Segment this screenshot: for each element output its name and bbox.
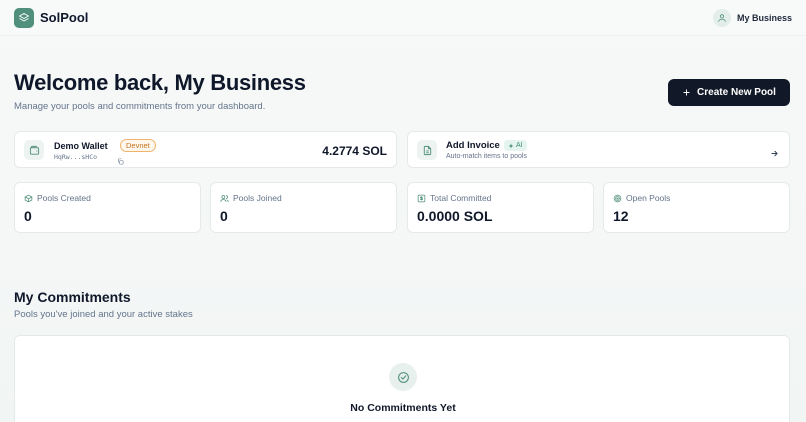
user-name: My Business <box>736 12 792 23</box>
wallet-balance: 4.2774 SOL <box>322 144 387 158</box>
plus-icon <box>683 89 690 96</box>
layers-logo-icon <box>14 7 34 28</box>
empty-state-title: No Commitments Yet <box>350 402 456 414</box>
wallet-label: Demo Wallet <box>54 141 108 151</box>
stat-label: Pools Joined <box>233 193 282 203</box>
add-invoice-title: Add Invoice <box>446 140 500 151</box>
stat-card-pools-created: Pools Created 0 <box>14 182 201 233</box>
users-icon <box>220 194 229 202</box>
wallet-icon <box>24 140 44 160</box>
create-new-pool-label: Create New Pool <box>697 87 776 98</box>
stat-card-total-committed: Total Committed 0.0000 SOL <box>407 182 594 233</box>
create-new-pool-button[interactable]: Create New Pool <box>668 79 790 106</box>
top-bar: SolPool My Business <box>0 0 806 36</box>
stat-label: Total Committed <box>430 193 492 203</box>
add-invoice-subtitle: Auto-match items to pools <box>446 153 527 160</box>
user-menu[interactable]: My Business <box>712 8 792 27</box>
stat-label: Pools Created <box>37 193 91 203</box>
dollar-icon <box>417 194 426 202</box>
brand[interactable]: SolPool <box>14 7 89 28</box>
stat-value: 0 <box>24 208 32 224</box>
page-subtitle: Manage your pools and commitments from y… <box>14 101 266 112</box>
stat-value: 0 <box>220 208 228 224</box>
check-circle-icon <box>389 363 417 391</box>
ai-badge: AI <box>504 140 527 151</box>
stat-label: Open Pools <box>626 193 671 203</box>
ai-badge-label: AI <box>516 142 523 149</box>
stat-value: 0.0000 SOL <box>417 208 493 224</box>
file-icon <box>417 140 437 160</box>
copy-icon[interactable] <box>117 152 124 170</box>
stat-card-pools-joined: Pools Joined 0 <box>210 182 397 233</box>
wallet-address: HqRw...sHCo <box>54 153 98 161</box>
network-badge: Devnet <box>120 139 156 152</box>
sparkle-icon <box>508 143 514 148</box>
welcome-section: Welcome back, My Business Manage your po… <box>14 70 306 112</box>
commitments-title: My Commitments <box>14 289 131 305</box>
brand-name: SolPool <box>40 10 89 25</box>
arrow-right-icon <box>770 145 779 163</box>
stat-value: 12 <box>613 208 629 224</box>
user-icon <box>712 8 731 27</box>
commitments-empty-state: No Commitments Yet <box>14 335 790 422</box>
stat-card-open-pools: Open Pools 12 <box>603 182 790 233</box>
wallet-card: Demo Wallet Devnet HqRw...sHCo 4.2774 SO… <box>14 131 397 168</box>
add-invoice-card[interactable]: Add Invoice AI Auto-match items to pools <box>407 131 790 168</box>
page-title: Welcome back, My Business <box>14 70 306 95</box>
target-icon <box>613 194 622 202</box>
commitments-subtitle: Pools you've joined and your active stak… <box>14 309 193 320</box>
box-icon <box>24 194 33 202</box>
